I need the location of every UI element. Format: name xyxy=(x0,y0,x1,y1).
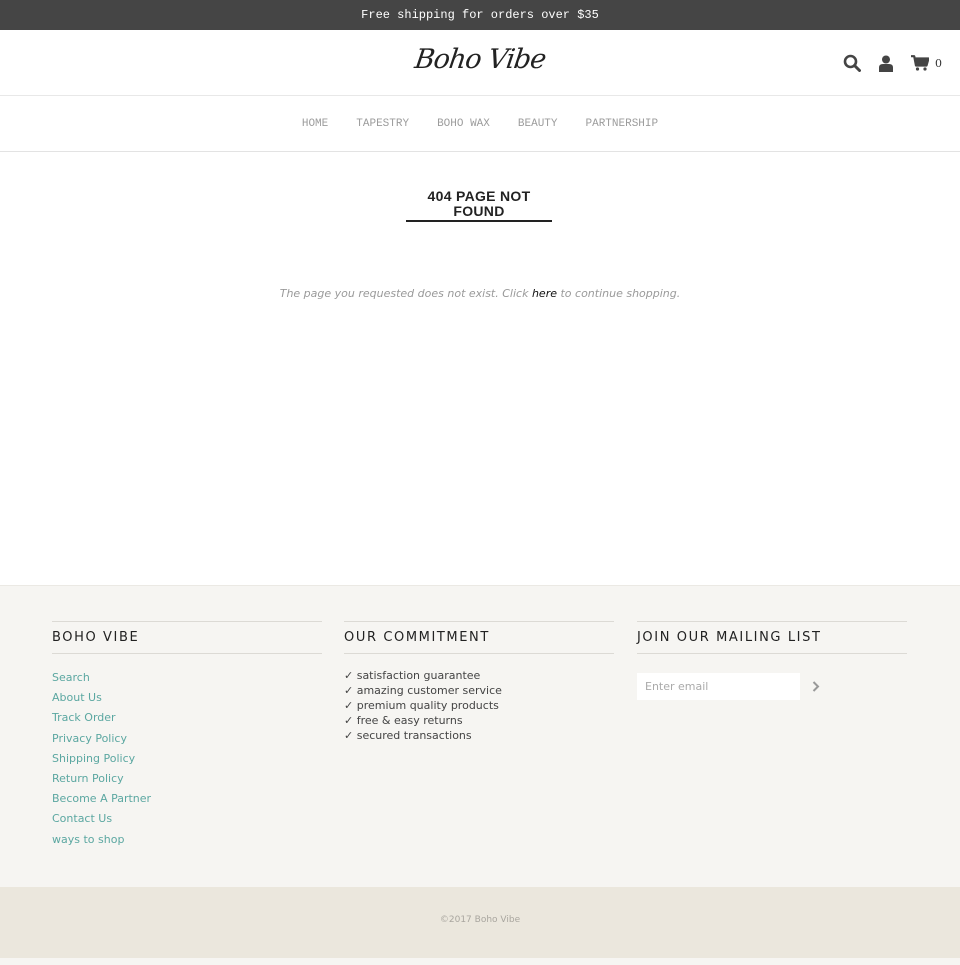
commitment-item: ✓ amazing customer service xyxy=(344,684,502,697)
nav-item-boho-wax[interactable]: BOHO WAX xyxy=(437,118,490,130)
cart-button[interactable]: 0 xyxy=(911,55,942,71)
footer-col-mailing-list: JOIN OUR MAILING LIST xyxy=(637,621,907,700)
footer-link-become-a-partner[interactable]: Become A Partner xyxy=(52,789,322,809)
nav-item-home[interactable]: HOME xyxy=(302,118,328,130)
page-title: 404 PAGE NOT FOUND xyxy=(406,189,552,222)
main-nav: HOME TAPESTRY BOHO WAX BEAUTY PARTNERSHI… xyxy=(0,96,960,152)
logo-text[interactable]: Boho Vibe xyxy=(413,44,548,75)
cart-icon xyxy=(911,55,929,71)
footer-heading-commitment: OUR COMMITMENT xyxy=(344,621,614,654)
footer-link-ways-to-shop[interactable]: ways to shop xyxy=(52,830,322,850)
footer-link-track-order[interactable]: Track Order xyxy=(52,708,322,728)
footer-link-about-us[interactable]: About Us xyxy=(52,688,322,708)
message-after: to continue shopping. xyxy=(556,287,681,300)
nav-item-partnership[interactable]: PARTNERSHIP xyxy=(586,118,659,130)
search-icon[interactable] xyxy=(843,54,861,72)
site-header: Boho Vibe 0 xyxy=(0,30,960,96)
newsletter-form xyxy=(637,673,907,700)
footer-link-search[interactable]: Search xyxy=(52,668,322,688)
footer-link-return-policy[interactable]: Return Policy xyxy=(52,769,322,789)
not-found-message: The page you requested does not exist. C… xyxy=(0,287,960,300)
header-actions: 0 xyxy=(825,52,942,74)
footer-col-links: BOHO VIBE Search About Us Track Order Pr… xyxy=(52,621,322,850)
footer-col-commitment: OUR COMMITMENT ✓ satisfaction guarantee … xyxy=(344,621,614,743)
commitment-list: ✓ satisfaction guarantee ✓ amazing custo… xyxy=(344,668,614,743)
logo[interactable]: Boho Vibe xyxy=(0,44,960,75)
footer-links: Search About Us Track Order Privacy Poli… xyxy=(52,668,322,850)
chevron-right-icon xyxy=(812,681,820,692)
commitment-item: ✓ secured transactions xyxy=(344,729,472,742)
footer-link-contact-us[interactable]: Contact Us xyxy=(52,809,322,829)
cart-count: 0 xyxy=(935,56,942,70)
copyright-bar: ©2017 Boho Vibe xyxy=(0,887,960,958)
continue-shopping-link[interactable]: here xyxy=(532,287,557,300)
bottom-strip xyxy=(0,958,960,965)
footer-link-privacy-policy[interactable]: Privacy Policy xyxy=(52,729,322,749)
footer-link-shipping-policy[interactable]: Shipping Policy xyxy=(52,749,322,769)
message-before: The page you requested does not exist. C… xyxy=(279,287,532,300)
nav-item-beauty[interactable]: BEAUTY xyxy=(518,118,558,130)
commitment-item: ✓ free & easy returns xyxy=(344,714,463,727)
commitment-item: ✓ premium quality products xyxy=(344,699,499,712)
site-footer: BOHO VIBE Search About Us Track Order Pr… xyxy=(0,585,960,887)
announcement-bar: Free shipping for orders over $35 xyxy=(0,0,960,30)
announcement-text: Free shipping for orders over $35 xyxy=(361,8,599,22)
copyright-text: ©2017 Boho Vibe xyxy=(439,915,521,925)
subscribe-button[interactable] xyxy=(810,680,822,694)
commitment-item: ✓ satisfaction guarantee xyxy=(344,669,481,682)
email-field[interactable] xyxy=(637,673,800,700)
footer-heading-boho-vibe: BOHO VIBE xyxy=(52,621,322,654)
nav-item-tapestry[interactable]: TAPESTRY xyxy=(356,118,409,130)
footer-heading-mailing-list: JOIN OUR MAILING LIST xyxy=(637,621,907,654)
user-icon[interactable] xyxy=(879,55,893,72)
